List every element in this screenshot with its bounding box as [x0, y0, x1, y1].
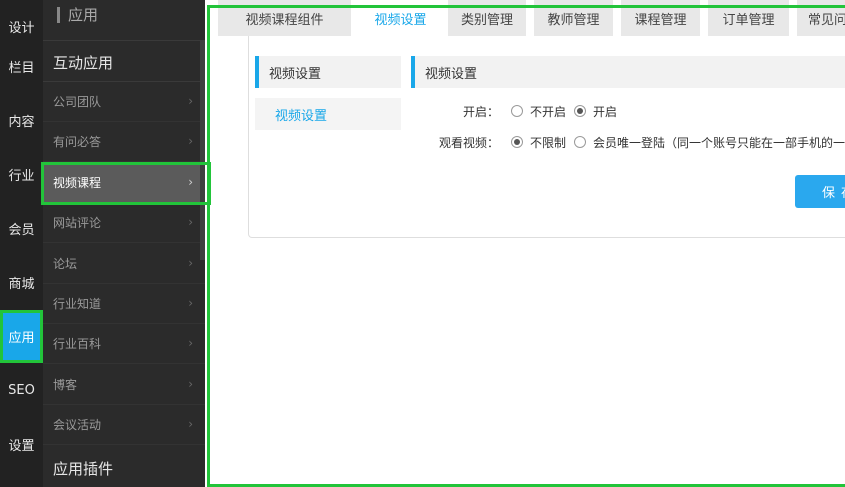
tab-bar: 视频课程组件 视频设置 类别管理 教师管理 课程管理 订单管理 常见问	[218, 0, 845, 36]
submenu-header-text: 应用	[68, 6, 99, 24]
nav-member[interactable]: 会员	[0, 202, 43, 255]
radio-disable[interactable]: 不开启	[511, 103, 566, 120]
settings-panel: 视频设置 视频设置 视频设置 开启： 不开启 开启 观看视频： 不限制 会员唯一…	[248, 36, 845, 238]
divider	[43, 40, 205, 41]
nav-apps[interactable]: 应用	[0, 310, 43, 363]
chevron-right-icon: ›	[188, 336, 193, 350]
nav-industry[interactable]: 行业	[0, 148, 43, 201]
submenu-item-label: 公司团队	[53, 95, 102, 109]
side-menu-link-video-settings[interactable]: 视频设置	[255, 98, 401, 130]
submenu-item-label: 有问必答	[53, 135, 102, 149]
form-header: 视频设置	[411, 56, 845, 88]
radio-single-login[interactable]: 会员唯一登陆（同一个账号只能在一部手机的一	[574, 134, 845, 151]
radio-enable[interactable]: 开启	[574, 103, 617, 120]
main-content: 视频课程组件 视频设置 类别管理 教师管理 课程管理 订单管理 常见问 视频设置…	[205, 0, 845, 487]
header-bar	[57, 7, 60, 23]
chevron-right-icon: ›	[188, 175, 193, 189]
tab-course-manage[interactable]: 课程管理	[621, 0, 701, 36]
radio-checked-icon[interactable]	[574, 105, 587, 117]
section-app-plugins: 应用插件	[53, 460, 114, 478]
submenu-item-industry-know[interactable]: 行业知道 ›	[43, 284, 205, 324]
submenu-item-blog[interactable]: 博客 ›	[43, 365, 205, 405]
submenu-item-label: 视频课程	[53, 176, 102, 190]
nav-columns[interactable]: 栏目	[0, 40, 43, 93]
submenu-header: 应用	[57, 4, 98, 25]
submenu-item-label: 博客	[53, 378, 78, 392]
nav-seo[interactable]: SEO	[0, 364, 43, 417]
radio-label: 不限制	[530, 135, 567, 150]
tab-label: 常见问	[808, 12, 845, 28]
tab-video-component[interactable]: 视频课程组件	[218, 0, 352, 36]
tab-label: 教师管理	[547, 12, 600, 28]
chevron-right-icon: ›	[188, 94, 193, 108]
nav-industry-label: 行业	[8, 169, 35, 184]
nav-columns-label: 栏目	[8, 61, 35, 76]
radio-label: 开启	[593, 104, 618, 119]
tab-label: 订单管理	[722, 12, 775, 28]
submenu-item-team[interactable]: 公司团队 ›	[43, 82, 205, 122]
watch-video-label: 观看视频：	[438, 135, 499, 150]
nav-seo-label: SEO	[8, 383, 35, 398]
enable-label: 开启：	[462, 104, 499, 119]
nav-content-label: 内容	[8, 115, 35, 130]
section-interactive-apps: 互动应用	[53, 54, 114, 72]
submenu-item-video-course[interactable]: 视频课程 ›	[43, 163, 205, 203]
settings-side-menu: 视频设置 视频设置	[255, 56, 401, 130]
chevron-right-icon: ›	[188, 256, 193, 270]
submenu-item-label: 行业百科	[53, 337, 102, 351]
chevron-right-icon: ›	[188, 134, 193, 148]
nav-content[interactable]: 内容	[0, 94, 43, 147]
nav-settings[interactable]: 设置	[0, 418, 43, 471]
row-watch-video: 观看视频： 不限制 会员唯一登陆（同一个账号只能在一部手机的一	[411, 132, 845, 152]
tab-label: 课程管理	[634, 12, 687, 28]
save-button[interactable]: 保存	[795, 175, 845, 208]
row-enable: 开启： 不开启 开启	[411, 101, 625, 121]
chevron-right-icon: ›	[188, 215, 193, 229]
radio-label: 不开启	[530, 104, 567, 119]
radio-unchecked-icon[interactable]	[574, 136, 587, 148]
main-nav-rail: 设计 栏目 内容 行业 会员 商城 应用 SEO 设置	[0, 0, 43, 487]
tab-label: 视频课程组件	[245, 12, 324, 28]
tab-faq[interactable]: 常见问	[797, 0, 845, 36]
radio-unchecked-icon[interactable]	[511, 105, 523, 117]
chevron-right-icon: ›	[188, 417, 193, 431]
submenu-item-label: 行业知道	[53, 297, 102, 311]
submenu-item-forum[interactable]: 论坛 ›	[43, 244, 205, 284]
submenu-item-comments[interactable]: 网站评论 ›	[43, 203, 205, 243]
tab-video-settings[interactable]: 视频设置	[363, 0, 439, 36]
submenu-item-label: 会议活动	[53, 418, 102, 432]
nav-mall-label: 商城	[8, 277, 35, 292]
nav-mall[interactable]: 商城	[0, 256, 43, 309]
submenu-item-label: 论坛	[53, 257, 78, 271]
submenu-item-qa[interactable]: 有问必答 ›	[43, 122, 205, 162]
tab-label: 视频设置	[374, 12, 427, 28]
tab-label: 类别管理	[460, 12, 513, 28]
side-menu-header: 视频设置	[255, 56, 401, 88]
nav-apps-label: 应用	[8, 331, 35, 346]
chevron-right-icon: ›	[188, 377, 193, 391]
radio-checked-icon[interactable]	[511, 136, 523, 148]
submenu-item-label: 网站评论	[53, 216, 102, 230]
nav-settings-label: 设置	[8, 439, 35, 454]
settings-form: 视频设置 开启： 不开启 开启 观看视频： 不限制 会员唯一登陆（同一个账号只能…	[411, 56, 845, 150]
tab-teacher-manage[interactable]: 教师管理	[534, 0, 614, 36]
app-submenu: 应用 互动应用 公司团队 › 有问必答 › 视频课程 › 网站评论 › 论坛 › 行业知道…	[43, 0, 205, 487]
radio-label: 会员唯一登陆（同一个账号只能在一部手机的一	[593, 135, 845, 150]
submenu-item-industry-wiki[interactable]: 行业百科 ›	[43, 324, 205, 364]
tab-order-manage[interactable]: 订单管理	[708, 0, 790, 36]
chevron-right-icon: ›	[188, 296, 193, 310]
tab-category-manage[interactable]: 类别管理	[448, 0, 527, 36]
submenu-item-events[interactable]: 会议活动 ›	[43, 405, 205, 445]
nav-design-label: 设计	[8, 21, 35, 36]
radio-unlimited[interactable]: 不限制	[511, 134, 566, 151]
nav-member-label: 会员	[8, 223, 35, 238]
